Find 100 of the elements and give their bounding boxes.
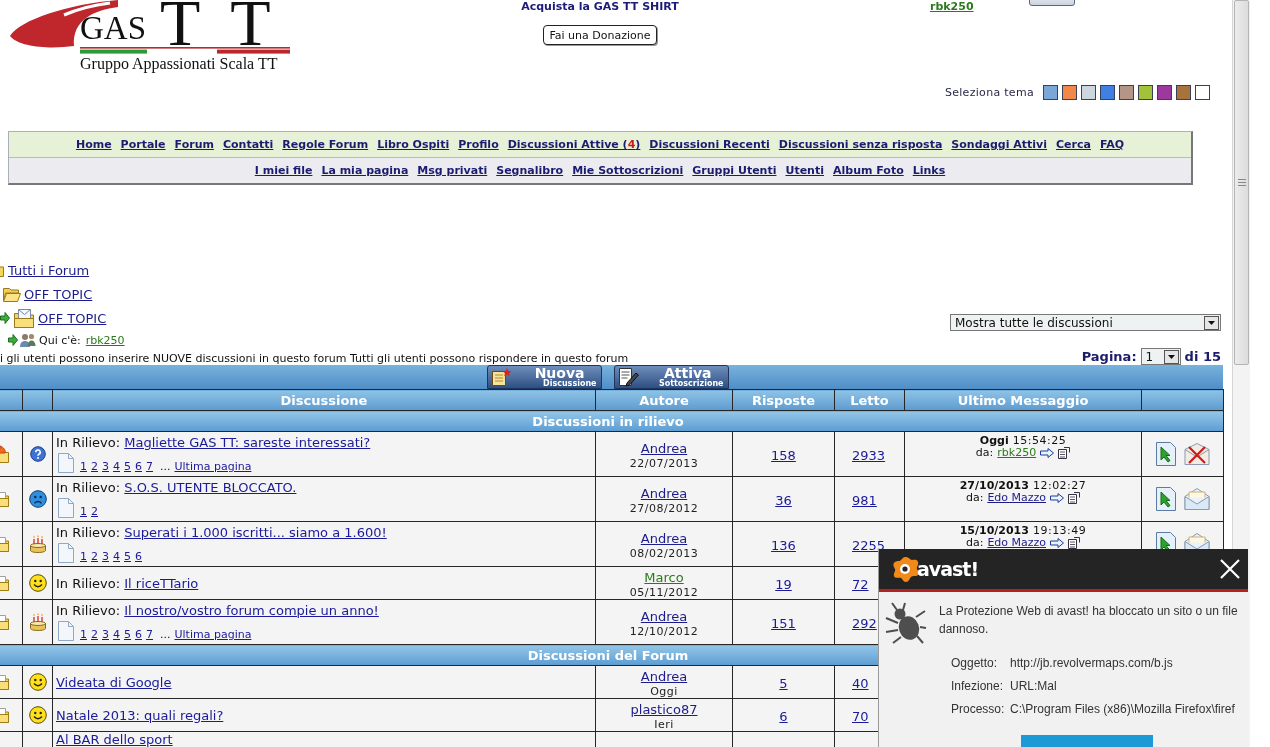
page-link[interactable]: 2	[91, 505, 98, 518]
last-poster-link[interactable]: Edo Mazzo	[987, 492, 1047, 504]
nav-link[interactable]: Contatti	[222, 138, 274, 151]
scrollbar-thumb[interactable]	[1234, 0, 1249, 365]
page-link[interactable]: 3	[102, 550, 109, 563]
reply-count-link[interactable]: 19	[775, 576, 792, 592]
reply-count-link[interactable]: 5	[779, 675, 788, 691]
page-link[interactable]: 6	[135, 550, 142, 563]
donate-button[interactable]: Fai una Donazione	[543, 25, 657, 45]
arrow-icon[interactable]	[1050, 493, 1065, 503]
nav-link[interactable]: Links	[912, 164, 946, 177]
topic-link[interactable]: Magliette GAS TT: sareste interessati?	[124, 436, 371, 449]
nav-link[interactable]: Profilo	[458, 138, 499, 151]
topic-link[interactable]: Superati i 1.000 iscritti... siamo a 1.600!	[124, 526, 387, 539]
topic-link[interactable]: Videata di Google	[56, 675, 172, 689]
nav-link[interactable]: Sondaggi Attivi	[951, 138, 1048, 151]
page-link[interactable]: 2	[91, 460, 98, 473]
theme-swatch[interactable]	[1195, 84, 1210, 100]
author-link[interactable]: Andrea	[640, 669, 688, 684]
nav-link[interactable]: Discussioni Attive (4)	[507, 138, 641, 151]
nav-link[interactable]: Portale	[120, 138, 166, 151]
nav-link[interactable]: Regole Forum	[282, 138, 369, 151]
nav-link[interactable]: Cerca	[1056, 138, 1091, 151]
topic-link[interactable]: Il nostro/vostro forum compie un anno!	[124, 604, 379, 617]
page-link[interactable]: 5	[124, 550, 131, 563]
page-link[interactable]: 3	[102, 628, 109, 641]
theme-swatch[interactable]	[1043, 84, 1058, 100]
reply-count-link[interactable]: 136	[771, 537, 796, 553]
theme-swatch[interactable]	[1081, 84, 1096, 100]
user-link[interactable]: rbk250	[930, 0, 974, 13]
page-link[interactable]: 1	[80, 550, 87, 563]
page-link[interactable]: 2	[91, 628, 98, 641]
view-count-link[interactable]: 2933	[852, 447, 886, 463]
view-count-link[interactable]: 981	[852, 492, 877, 508]
reply-count-link[interactable]: 36	[775, 492, 792, 508]
topic-link[interactable]: Il riceTTario	[124, 576, 199, 590]
nav-link[interactable]: Segnalibro	[496, 164, 564, 177]
nav-link[interactable]: Mie Sottoscrizioni	[572, 164, 684, 177]
page-link[interactable]: 7	[146, 460, 153, 473]
breadcrumb-link[interactable]: OFF TOPIC	[24, 286, 93, 302]
post-icon[interactable]	[1058, 447, 1071, 459]
arrow-icon[interactable]	[1050, 538, 1065, 548]
theme-swatch[interactable]	[1100, 84, 1115, 100]
author-link[interactable]: Marco	[644, 570, 684, 585]
reply-count-link[interactable]: 6	[779, 708, 788, 724]
nav-link[interactable]: Msg privati	[417, 164, 488, 177]
page-link[interactable]: 2	[91, 550, 98, 563]
nav-link[interactable]: La mia pagina	[321, 164, 409, 177]
last-poster-link[interactable]: Edo Mazzo	[987, 537, 1047, 549]
page-link[interactable]: 4	[113, 460, 120, 473]
page-link[interactable]: 1	[80, 460, 87, 473]
author-link[interactable]: Andrea	[640, 441, 688, 456]
topic-link[interactable]: Al BAR dello sport	[56, 733, 173, 746]
topic-link[interactable]: Natale 2013: quali regali?	[56, 708, 224, 722]
nav-link[interactable]: Discussioni Recenti	[649, 138, 770, 151]
page-link[interactable]: 6	[135, 460, 142, 473]
reply-count-link[interactable]: 158	[771, 447, 796, 463]
page-select[interactable]: 1	[1140, 348, 1181, 365]
theme-swatch[interactable]	[1176, 84, 1191, 100]
post-icon[interactable]	[1068, 492, 1081, 504]
view-count-link[interactable]: 2255	[852, 537, 886, 553]
nav-link[interactable]: Home	[75, 138, 112, 151]
page-link[interactable]: 6	[135, 628, 142, 641]
nav-link[interactable]: Album Foto	[833, 164, 904, 177]
author-link[interactable]: Andrea	[640, 531, 688, 546]
breadcrumb-link[interactable]: OFF TOPIC	[38, 310, 107, 326]
last-page-link[interactable]: Ultima pagina	[174, 460, 252, 473]
nav-link[interactable]: Discussioni senza risposta	[778, 138, 943, 151]
page-link[interactable]: 3	[102, 460, 109, 473]
author-link[interactable]: Andrea	[640, 609, 688, 624]
nav-link[interactable]: Utenti	[785, 164, 824, 177]
close-icon[interactable]	[1220, 559, 1240, 579]
breadcrumb-link[interactable]: Tutti i Forum	[8, 262, 90, 278]
theme-swatch[interactable]	[1138, 84, 1153, 100]
last-page-link[interactable]: Ultima pagina	[174, 628, 252, 641]
nav-link[interactable]: FAQ	[1099, 138, 1125, 151]
page-link[interactable]: 7	[146, 628, 153, 641]
nav-link[interactable]: Gruppi Utenti	[692, 164, 777, 177]
theme-swatch[interactable]	[1157, 84, 1172, 100]
last-poster-link[interactable]: rbk250	[997, 447, 1037, 459]
nav-link[interactable]: Libro Ospiti	[377, 138, 450, 151]
author-link[interactable]: Andrea	[640, 486, 688, 501]
page-link[interactable]: 5	[124, 460, 131, 473]
view-count-link[interactable]: 70	[852, 708, 869, 724]
view-count-link[interactable]: 72	[852, 576, 869, 592]
reply-count-link[interactable]: 151	[771, 615, 796, 631]
post-icon[interactable]	[1068, 537, 1081, 549]
page-link[interactable]: 4	[113, 550, 120, 563]
nav-link[interactable]: Forum	[174, 138, 214, 151]
page-link[interactable]: 1	[80, 505, 87, 518]
theme-swatch[interactable]	[1119, 84, 1134, 100]
new-topic-button[interactable]: Nuova Discussione	[486, 365, 602, 389]
view-count-link[interactable]: 292	[852, 615, 877, 631]
user-link[interactable]: rbk250	[85, 333, 125, 347]
envelope-cross-icon[interactable]	[1183, 443, 1210, 465]
subscribe-button[interactable]: Attiva Sottoscrizione	[613, 365, 729, 389]
shirt-link[interactable]: Acquista la GAS TT SHIRT	[521, 0, 679, 13]
nav-link[interactable]: I miei file	[254, 164, 313, 177]
filter-select[interactable]: Mostra tutte le discussioni	[950, 314, 1221, 331]
theme-swatch[interactable]	[1062, 84, 1077, 100]
